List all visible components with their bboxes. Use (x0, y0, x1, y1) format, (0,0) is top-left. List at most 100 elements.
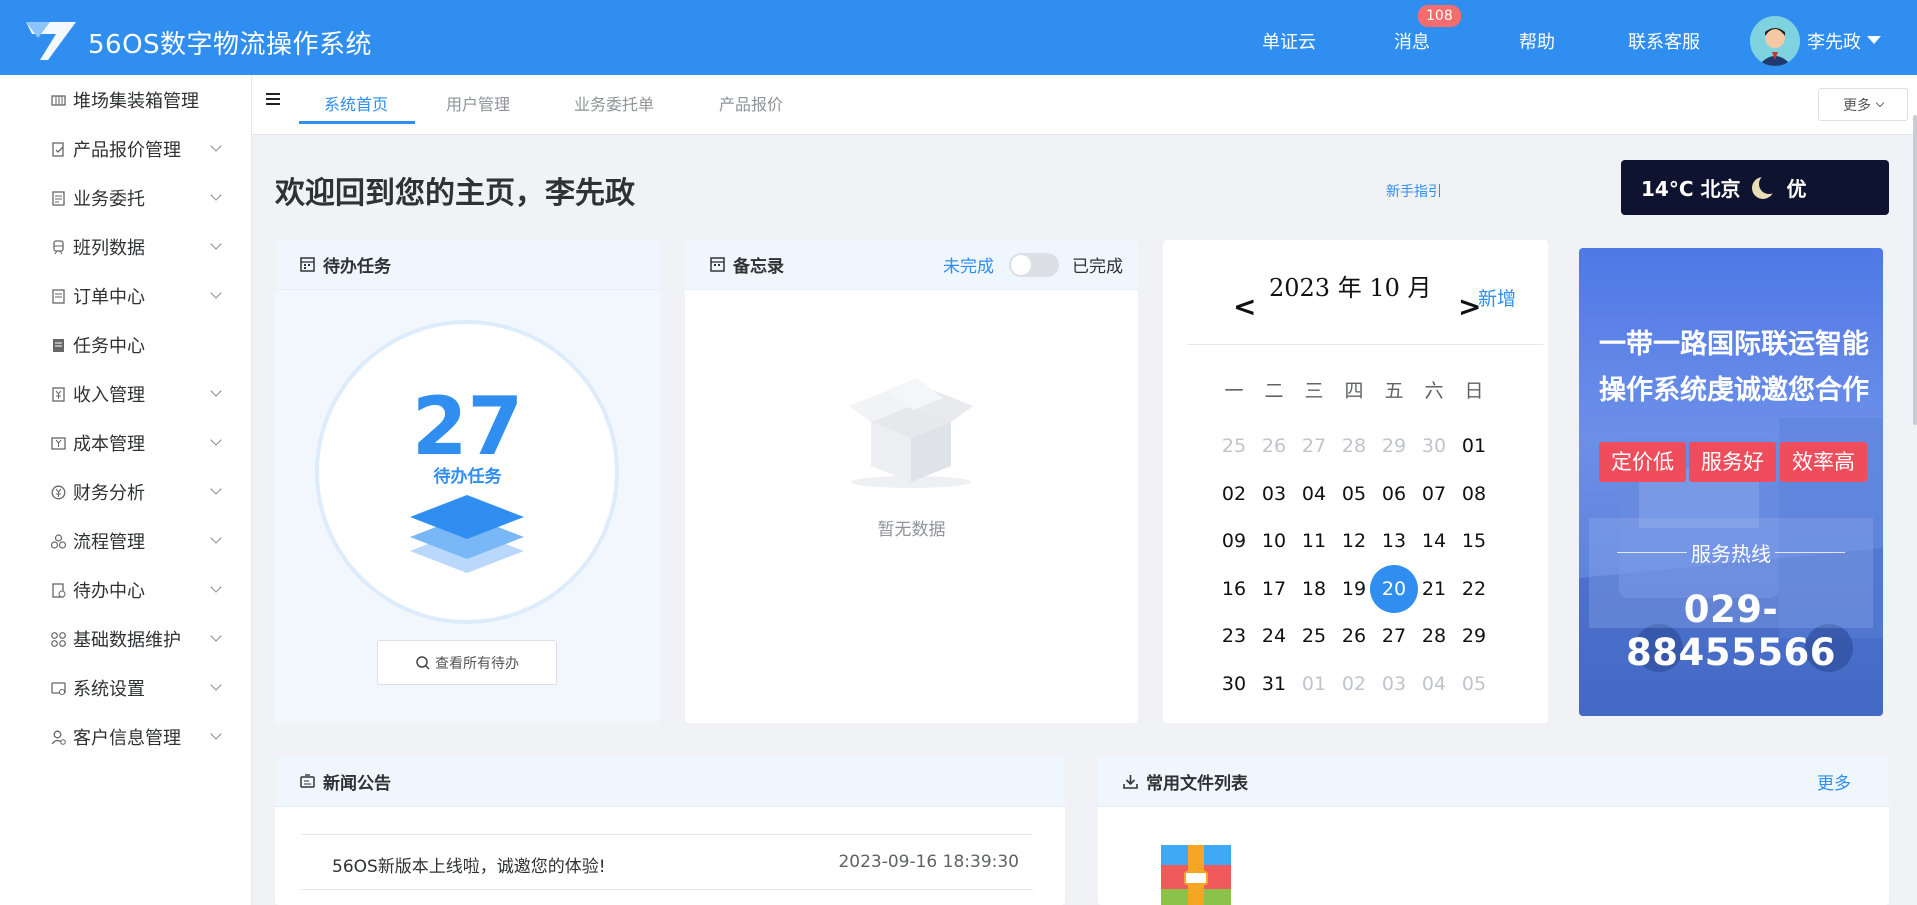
view-all-todos-button[interactable]: 查看所有待办 (377, 640, 557, 685)
promo-tag-efficiency: 效率高 (1780, 442, 1867, 482)
doc-cloud-link[interactable]: 单证云 (1262, 28, 1316, 54)
calendar-day[interactable]: 04 (1294, 474, 1334, 514)
sidebar-item-label: 收入管理 (73, 385, 145, 406)
calendar-day[interactable]: 01 (1294, 664, 1334, 704)
calendar-day[interactable]: 27 (1374, 616, 1414, 656)
calendar-day[interactable]: 27 (1294, 426, 1334, 466)
sidebar-item-flow[interactable]: 流程管理 (0, 516, 251, 566)
calendar-day[interactable]: 07 (1414, 474, 1454, 514)
download-icon (1123, 775, 1138, 789)
sidebar-item-label: 系统设置 (73, 679, 145, 700)
page-scrollbar[interactable] (1913, 115, 1917, 425)
calendar-day-today[interactable]: 20 (1370, 564, 1418, 613)
calendar-day[interactable]: 14 (1414, 521, 1454, 561)
sidebar-item-task-center[interactable]: 任务中心 (0, 320, 251, 370)
calendar-day[interactable]: 15 (1454, 521, 1494, 561)
menu-toggle-icon[interactable] (266, 93, 280, 105)
sidebar-item-base-data[interactable]: 基础数据维护 (0, 614, 251, 664)
promo-tag-service: 服务好 (1689, 442, 1776, 482)
calendar-day[interactable]: 28 (1414, 616, 1454, 656)
calendar-grid-icon (300, 257, 315, 272)
user-name[interactable]: 李先政 (1807, 28, 1861, 54)
chevron-down-icon (210, 728, 222, 740)
calendar-day[interactable]: 29 (1454, 616, 1494, 656)
calendar-day[interactable]: 26 (1334, 616, 1374, 656)
files-more-link[interactable]: 更多 (1817, 769, 1851, 794)
calendar-day[interactable]: 28 (1334, 426, 1374, 466)
sidebar-item-train-data[interactable]: 班列数据 (0, 222, 251, 272)
calendar-day[interactable]: 06 (1374, 474, 1414, 514)
calendar-day[interactable]: 02 (1214, 474, 1254, 514)
calendar-day[interactable]: 18 (1294, 569, 1334, 609)
calendar-day[interactable]: 03 (1254, 474, 1294, 514)
calendar-day[interactable]: 19 (1334, 569, 1374, 609)
beginner-guide-link[interactable]: 新手指引 (1386, 181, 1442, 201)
calendar-day[interactable]: 26 (1254, 426, 1294, 466)
calendar-day[interactable]: 05 (1334, 474, 1374, 514)
sidebar-item-delegation[interactable]: 业务委托 (0, 173, 251, 223)
calendar-day[interactable]: 21 (1414, 569, 1454, 609)
tabs-more-button[interactable]: 更多 (1818, 88, 1908, 121)
memo-incomplete-label[interactable]: 未完成 (943, 252, 994, 277)
calendar-day[interactable]: 13 (1374, 521, 1414, 561)
calendar-day[interactable]: 25 (1294, 616, 1334, 656)
promo-banner[interactable]: 一带一路国际联运智能操作系统虔诚邀您合作 定价低 服务好 效率高 服务热线 02… (1579, 248, 1883, 716)
files-card-title: 常用文件列表 (1146, 774, 1248, 794)
files-card-header: 常用文件列表 更多 (1098, 757, 1889, 807)
app-title: 56OS数字物流操作系统 (88, 30, 373, 60)
page-title: 欢迎回到您的主页，李先政 (275, 176, 635, 211)
news-card-title: 新闻公告 (323, 774, 391, 794)
sidebar-item-product-quote[interactable]: 产品报价管理 (0, 124, 251, 174)
sidebar-item-order-center[interactable]: 订单中心 (0, 271, 251, 321)
calendar-day[interactable]: 16 (1214, 569, 1254, 609)
contact-support-link[interactable]: 联系客服 (1628, 28, 1700, 54)
tab-business-order[interactable]: 业务委托单 (574, 91, 654, 115)
calendar-day[interactable]: 23 (1214, 616, 1254, 656)
calendar-day[interactable]: 04 (1414, 664, 1454, 704)
help-link[interactable]: 帮助 (1519, 28, 1555, 54)
archive-file-icon[interactable] (1161, 845, 1231, 905)
calendar-day[interactable]: 11 (1294, 521, 1334, 561)
calendar-day[interactable]: 05 (1454, 664, 1494, 704)
calendar-day[interactable]: 30 (1214, 664, 1254, 704)
news-item-title[interactable]: 56OS新版本上线啦，诚邀您的体验! (332, 852, 606, 877)
sidebar-item-label: 待办中心 (73, 581, 145, 602)
sidebar-item-todo-center[interactable]: 待办中心 (0, 565, 251, 615)
calendar-day[interactable]: 08 (1454, 474, 1494, 514)
calendar-day[interactable]: 17 (1254, 569, 1294, 609)
tab-product-quote[interactable]: 产品报价 (719, 91, 783, 115)
tab-user-management[interactable]: 用户管理 (446, 91, 510, 115)
avatar[interactable] (1750, 16, 1800, 66)
sidebar-item-customer-info[interactable]: 客户信息管理 (0, 712, 251, 762)
sidebar-item-income[interactable]: 收入管理 (0, 369, 251, 419)
calendar-day[interactable]: 09 (1214, 521, 1254, 561)
calendar-day[interactable]: 30 (1414, 426, 1454, 466)
memo-complete-label[interactable]: 已完成 (1072, 252, 1123, 277)
sidebar-item-container-yard[interactable]: 堆场集装箱管理 (0, 75, 251, 125)
calendar-day[interactable]: 12 (1334, 521, 1374, 561)
sidebar-item-system-settings[interactable]: 系统设置 (0, 663, 251, 713)
train-icon (53, 239, 64, 254)
user-menu-caret-icon[interactable] (1867, 36, 1881, 44)
quote-icon (52, 141, 64, 157)
chevron-down-icon (210, 483, 222, 495)
tab-home[interactable]: 系统首页 (324, 91, 388, 115)
sidebar-item-cost[interactable]: 成本管理 (0, 418, 251, 468)
calendar-day[interactable]: 22 (1454, 569, 1494, 609)
calendar-day[interactable]: 02 (1334, 664, 1374, 704)
memo-status-toggle[interactable] (1009, 253, 1059, 277)
calendar-day[interactable]: 03 (1374, 664, 1414, 704)
tabs-more-label: 更多 (1843, 97, 1871, 114)
income-icon (52, 386, 65, 402)
calendar-prev-button[interactable]: < (1233, 290, 1256, 323)
calendar-day[interactable]: 25 (1214, 426, 1254, 466)
calendar-day[interactable]: 31 (1254, 664, 1294, 704)
news-row[interactable]: 56OS新版本上线啦，诚邀您的体验! 2023-09-16 18:39:30 (301, 834, 1033, 890)
calendar-day[interactable]: 29 (1374, 426, 1414, 466)
calendar-add-button[interactable]: 新增 (1478, 284, 1516, 311)
calendar-day[interactable]: 01 (1454, 426, 1494, 466)
calendar-day[interactable]: 24 (1254, 616, 1294, 656)
calendar-day[interactable]: 10 (1254, 521, 1294, 561)
sidebar-item-finance[interactable]: 财务分析 (0, 467, 251, 517)
messages-link[interactable]: 消息 (1394, 28, 1430, 54)
